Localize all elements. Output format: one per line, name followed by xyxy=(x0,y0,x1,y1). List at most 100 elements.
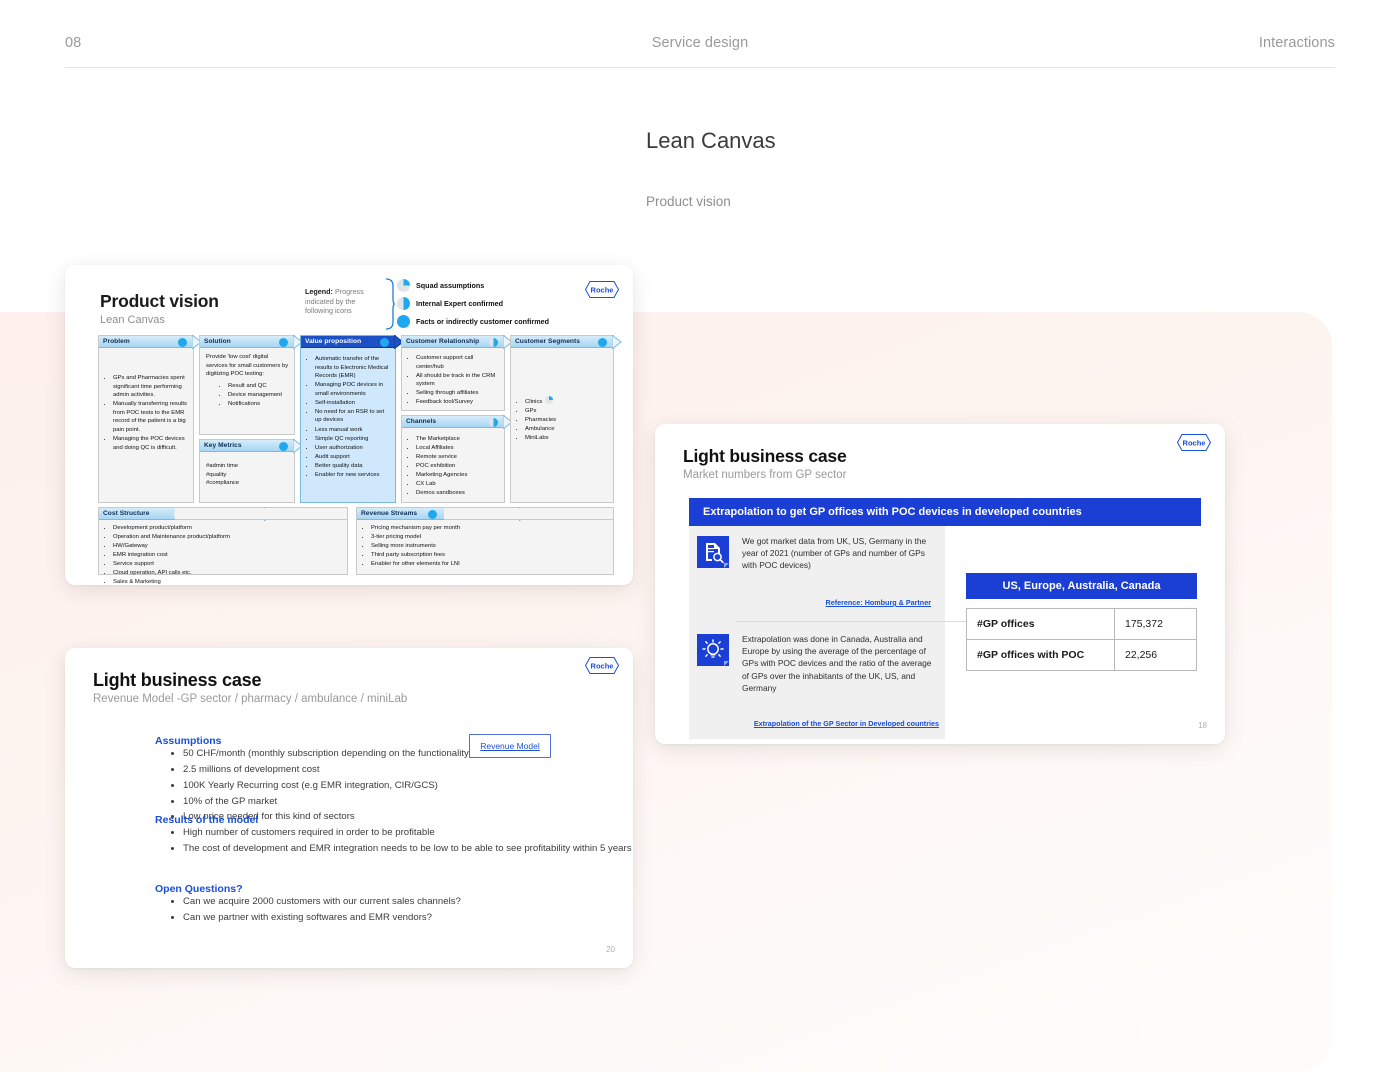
card-title: Light business case xyxy=(683,446,847,466)
product-vision-card[interactable]: Roche Product vision Lean Canvas Legend:… xyxy=(65,265,633,585)
list-item: Enabler for new services xyxy=(315,471,390,480)
block-body: Clinics GPs Pharmacies Ambulance MiniLab… xyxy=(511,348,613,447)
page-title-block: Lean Canvas Product vision xyxy=(646,128,776,209)
banner-extrapolation: Extrapolation to get GP offices with POC… xyxy=(689,498,1201,526)
header-chapter-title: Interactions xyxy=(1258,35,1335,51)
list-item: Cloud operation, API calls etc. xyxy=(113,569,342,578)
list-item: Self-installation xyxy=(315,399,390,408)
canvas-block-problem[interactable]: Problem GPs and Pharmacies spent signifi… xyxy=(98,335,202,503)
block-title: Problem xyxy=(103,338,130,345)
canvas-block-key-metrics[interactable]: Key Metrics #admin time #quality #compli… xyxy=(199,439,303,503)
canvas-block-cost-structure[interactable]: Cost Structure Development product/platf… xyxy=(98,507,348,585)
metric-item: #quality xyxy=(206,471,227,478)
block-list: The Marketplace Local Affiliates Remote … xyxy=(408,435,499,498)
block-body: Pricing mechanism pay per month 3-tier p… xyxy=(357,520,613,573)
pie-half-icon xyxy=(489,337,498,347)
block-list: Clinics GPs Pharmacies Ambulance MiniLab… xyxy=(517,396,608,443)
list-item: Selling more instruments xyxy=(371,542,608,551)
canvas-block-value-proposition[interactable]: Value proposition Automatic transfer of … xyxy=(300,335,404,503)
list-item: The cost of development and EMR integrat… xyxy=(183,842,633,857)
block-intro: Provide 'low cost' digital services for … xyxy=(206,354,289,378)
list-item: Ambulance xyxy=(525,425,608,434)
notes-panel: We got market data from UK, US, Germany … xyxy=(689,526,967,739)
block-header: Problem xyxy=(99,335,202,349)
block-header: Solution xyxy=(200,335,303,349)
list-item: Sales & Marketing xyxy=(113,578,342,585)
list-item: Device management xyxy=(228,391,289,400)
pie-full-icon xyxy=(397,315,410,328)
list-item: POC exhibition xyxy=(416,462,499,471)
pie-quarter-icon xyxy=(397,279,410,292)
list-item: 2.5 millions of development cost xyxy=(183,763,581,778)
section-heading-open-questions: Open Questions? xyxy=(155,883,243,895)
header-section-title: Service design xyxy=(651,35,749,51)
table-cell-value: 22,256 xyxy=(1114,639,1197,671)
block-header: Value proposition xyxy=(301,335,404,349)
list-item: High number of customers required in ord… xyxy=(183,826,633,841)
list-item: All should be track in the CRM system xyxy=(416,372,499,389)
block-title: Cost Structure xyxy=(103,510,150,517)
canvas-block-customer-segments[interactable]: Customer Segments Clinics GPs Pharmacies… xyxy=(510,335,622,503)
svg-text:Roche: Roche xyxy=(1183,439,1206,448)
reference-link-homburg[interactable]: Reference: Homburg & Partner xyxy=(826,598,931,607)
card-subtitle: Market numbers from GP sector xyxy=(683,469,847,481)
block-body: The Marketplace Local Affiliates Remote … xyxy=(402,428,504,502)
block-title: Revenue Streams xyxy=(361,510,418,517)
block-list: Development product/platform Operation a… xyxy=(105,524,342,585)
list-item: Enabler for other elements for LNI xyxy=(371,560,608,569)
list-item: Third party subscription fees xyxy=(371,551,608,560)
extrapolation-link[interactable]: Extrapolation of the GP Sector in Develo… xyxy=(754,719,939,728)
canvas-block-revenue-streams[interactable]: Revenue Streams Pricing mechanism pay pe… xyxy=(356,507,614,575)
block-body: GPs and Pharmacies spent significant tim… xyxy=(99,348,193,457)
canvas-block-channels[interactable]: Channels The Marketplace Local Affiliate… xyxy=(401,415,513,503)
block-list: Result and QC Device management Notifica… xyxy=(206,382,289,409)
list-item: Pricing mechanism pay per month xyxy=(371,524,608,533)
block-header: Cost Structure xyxy=(99,507,347,521)
metric-item: #compliance xyxy=(206,480,240,487)
lean-canvas-grid: Problem GPs and Pharmacies spent signifi… xyxy=(98,335,622,585)
legend-label-strong: Legend: xyxy=(305,287,333,296)
block-list: GPs and Pharmacies spent significant tim… xyxy=(105,374,188,452)
block-header: Customer Relationship xyxy=(402,335,513,349)
light-business-case-revenue-card[interactable]: Roche Light business case Revenue Model … xyxy=(65,648,633,968)
revenue-model-button[interactable]: Revenue Model xyxy=(469,734,551,758)
card-subtitle: Revenue Model -GP sector / pharmacy / am… xyxy=(93,693,408,705)
block-list: Automatic transfer of the results to Ele… xyxy=(307,355,390,479)
list-item: Demos sandboxes xyxy=(416,489,499,498)
legend-item-label: Facts or indirectly customer confirmed xyxy=(416,317,550,326)
block-arrow-icon xyxy=(612,335,622,349)
list-item: HW/Gateway xyxy=(113,542,342,551)
pie-half-icon xyxy=(489,417,498,427)
table-header: US, Europe, Australia, Canada xyxy=(966,573,1197,599)
list-item: Feedback tool/Survey xyxy=(416,398,499,407)
section-heading-results: Results of the model xyxy=(155,814,259,826)
slide-page-number: 20 xyxy=(606,945,615,954)
list-item: 3-tier pricing model xyxy=(371,533,608,542)
svg-text:Roche: Roche xyxy=(591,662,614,671)
block-header: Channels xyxy=(402,415,513,429)
list-item: Simple QC reporting xyxy=(315,435,390,444)
list-item: Audit support xyxy=(315,453,390,462)
list-item: 10% of the GP market xyxy=(183,795,581,810)
canvas-block-solution[interactable]: Solution Provide 'low cost' digital serv… xyxy=(199,335,303,435)
legend: Legend: Progress indicated by the follow… xyxy=(305,278,605,330)
block-title: Customer Relationship xyxy=(406,338,480,345)
block-body: Customer support call center/hub All sho… xyxy=(402,348,504,411)
table-cell-value: 175,372 xyxy=(1114,608,1197,640)
light-business-case-market-card[interactable]: Roche Light business case Market numbers… xyxy=(655,424,1225,744)
list-item: 100K Yearly Recurring cost (e.g EMR inte… xyxy=(183,779,581,794)
section-heading-assumptions: Assumptions xyxy=(155,735,222,747)
legend-label: Legend: Progress indicated by the follow… xyxy=(305,287,383,316)
block-title: Solution xyxy=(204,338,231,345)
list-item: MiniLabs xyxy=(525,434,608,443)
canvas-block-customer-relationship[interactable]: Customer Relationship Customer support c… xyxy=(401,335,513,411)
pie-full-icon xyxy=(428,509,437,519)
list-item: Can we acquire 2000 customers with our c… xyxy=(183,895,621,910)
list-item: Result and QC xyxy=(228,382,289,391)
list-item: Operation and Maintenance product/platfo… xyxy=(113,533,342,542)
document-search-icon xyxy=(697,536,729,568)
list-item: Managing POC devices in small environmen… xyxy=(315,381,390,398)
table-cell-key: #GP offices with POC xyxy=(966,639,1115,671)
page-subtitle: Product vision xyxy=(646,194,731,209)
roche-logo-icon: Roche xyxy=(585,657,619,674)
